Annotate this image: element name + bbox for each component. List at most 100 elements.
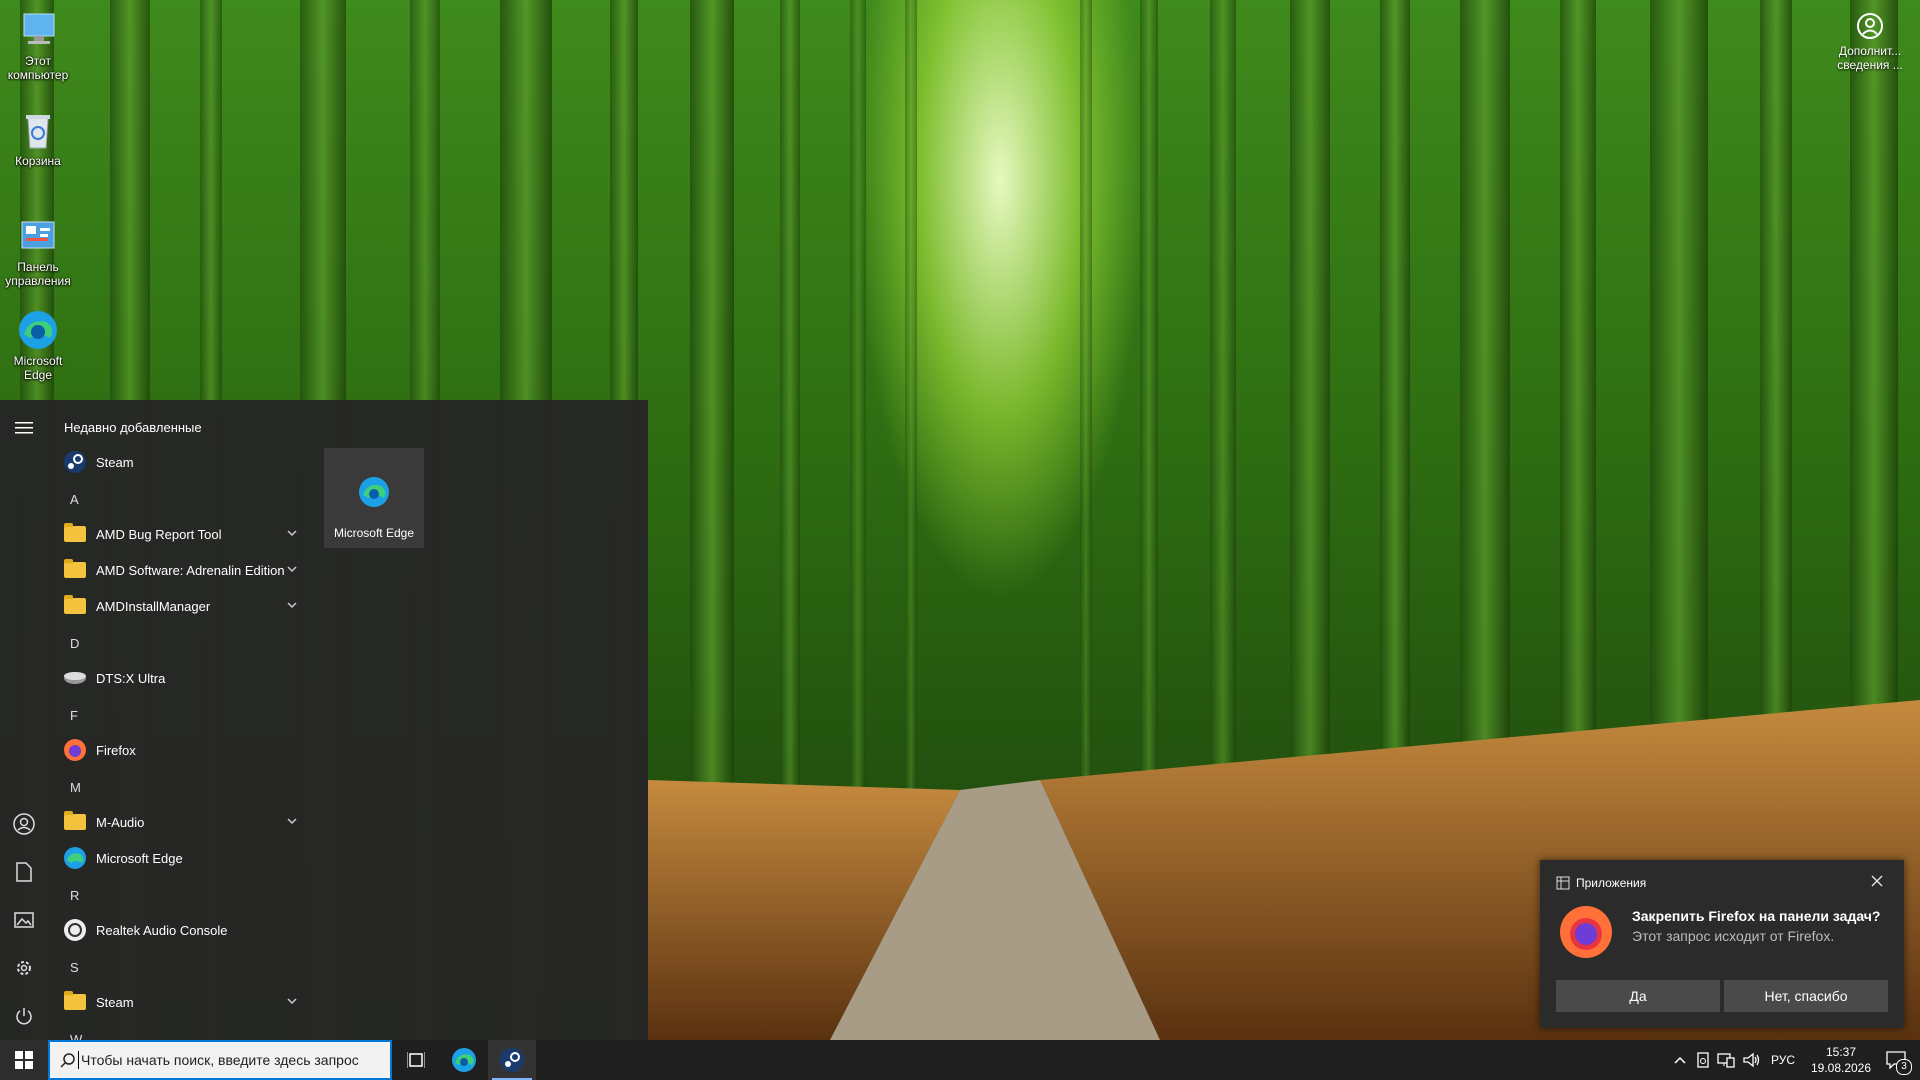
firefox-icon [1558,904,1614,965]
windows-logo-icon [15,1051,33,1069]
pictures-button[interactable] [0,896,48,944]
network-button[interactable] [1714,1040,1738,1080]
letter-header-d[interactable]: D [70,636,79,651]
toast-header: Приложения [1556,876,1646,890]
app-label: Microsoft Edge [96,850,183,866]
user-icon [13,813,35,835]
taskbar-edge-button[interactable] [440,1040,488,1080]
app-item-firefox[interactable]: Firefox [48,732,308,768]
chevron-down-icon [287,998,297,1005]
user-circle-icon [1856,12,1884,40]
taskbar-steam-button[interactable] [488,1040,536,1080]
info-button-label: Дополнит... сведения ... [1837,44,1903,72]
desktop-icon-control-panel[interactable]: Панель управления [2,214,74,288]
folder-icon [62,989,88,1015]
menu-button[interactable] [0,404,48,452]
language-indicator[interactable]: РУС [1766,1040,1800,1080]
start-rail [0,400,48,1040]
app-item-amd-software[interactable]: AMD Software: Adrenalin Edition [48,552,308,588]
info-button[interactable]: Дополнит... сведения ... [1820,12,1920,72]
yes-button[interactable]: Да [1556,980,1720,1012]
taskbar: Чтобы начать поиск, введите здесь запрос… [0,1040,1920,1080]
letter-header-m[interactable]: M [70,780,81,795]
app-label: Firefox [96,742,136,758]
app-item-m-audio[interactable]: M-Audio [48,804,308,840]
apps-icon [1556,876,1570,890]
volume-button[interactable] [1740,1040,1764,1080]
settings-button[interactable] [0,944,48,992]
toast-app-name: Приложения [1576,876,1647,890]
close-icon [1871,875,1883,887]
pictures-icon [14,912,34,928]
toast-subtitle: Этот запрос исходит от Firefox. [1632,928,1835,944]
network-icon [1717,1053,1735,1068]
desktop-icon-recycle-bin[interactable]: Корзина [2,108,74,168]
steam-icon [500,1048,524,1072]
realtek-icon [62,917,88,943]
start-button[interactable] [0,1040,48,1080]
task-view-icon [407,1052,425,1068]
firefox-icon [62,737,88,763]
app-item-dts-x-ultra[interactable]: DTS:X Ultra [48,660,308,696]
app-label: Realtek Audio Console [96,922,228,938]
search-icon [60,1053,75,1068]
app-item-realtek-audio-console[interactable]: Realtek Audio Console [48,912,308,948]
power-button[interactable] [0,992,48,1040]
edge-icon [16,308,60,352]
chevron-down-icon [287,602,297,609]
letter-header-a[interactable]: A [70,492,79,507]
app-label: M-Audio [96,814,145,830]
clock-time: 15:37 [1825,1045,1857,1059]
recycle-bin-icon [16,108,60,152]
letter-header-f[interactable]: F [70,708,78,723]
app-label: Steam [96,994,134,1010]
folder-icon [62,557,88,583]
app-label: AMD Bug Report Tool [96,526,222,542]
app-label: Steam [96,454,134,470]
app-item-amd-install-manager[interactable]: AMDInstallManager [48,588,308,624]
action-center-button[interactable]: 3 [1876,1040,1916,1080]
show-hidden-icons-button[interactable] [1668,1040,1692,1080]
search-box[interactable]: Чтобы начать поиск, введите здесь запрос [48,1040,392,1080]
app-item-steam-folder[interactable]: Steam [48,984,308,1020]
control-panel-icon [16,214,60,258]
no-thanks-button[interactable]: Нет, спасибо [1724,980,1888,1012]
chevron-down-icon [287,566,297,573]
chevron-down-icon [287,530,297,537]
app-item-steam-recent[interactable]: Steam [48,444,308,480]
app-label: AMD Software: Adrenalin Edition [96,562,285,578]
app-list[interactable]: Недавно добавленные Steam A AMD Bug Repo… [48,400,308,1040]
text-caret [78,1051,79,1069]
search-placeholder: Чтобы начать поиск, введите здесь запрос [81,1052,359,1068]
start-menu: Недавно добавленные Steam A AMD Bug Repo… [0,400,648,1040]
tile-label: Microsoft Edge [333,526,415,540]
letter-header-w[interactable]: W [70,1032,82,1040]
power-icon [16,1008,32,1025]
app-item-amd-bug-report-tool[interactable]: AMD Bug Report Tool [48,516,308,552]
edge-icon [62,845,88,871]
tile-microsoft-edge[interactable]: Microsoft Edge [324,448,424,548]
desktop-icon-edge[interactable]: Microsoft Edge [2,308,74,382]
menu-icon [15,422,33,434]
task-view-button[interactable] [392,1040,440,1080]
dts-icon [62,665,88,691]
user-button[interactable] [0,800,48,848]
desktop-icon-label: Этот компьютер [7,54,69,82]
speaker-icon [1743,1052,1760,1068]
folder-icon [62,593,88,619]
chevron-up-icon [1674,1056,1686,1064]
app-label: DTS:X Ultra [96,670,166,686]
clock-date: 19.08.2026 [1810,1061,1872,1075]
desktop-icon-label: Панель управления [5,260,71,288]
close-button[interactable] [1870,874,1890,894]
clock[interactable]: 15:37 19.08.2026 [1806,1040,1876,1080]
notification-count-badge: 3 [1896,1059,1912,1075]
letter-header-s[interactable]: S [70,960,79,975]
desktop-icon-this-pc[interactable]: Этот компьютер [2,8,74,82]
letter-header-r[interactable]: R [70,888,79,903]
settings-icon [17,961,31,975]
steam-icon [62,449,88,475]
app-item-microsoft-edge[interactable]: Microsoft Edge [48,840,308,876]
documents-button[interactable] [0,848,48,896]
tray-device-button[interactable] [1692,1040,1714,1080]
